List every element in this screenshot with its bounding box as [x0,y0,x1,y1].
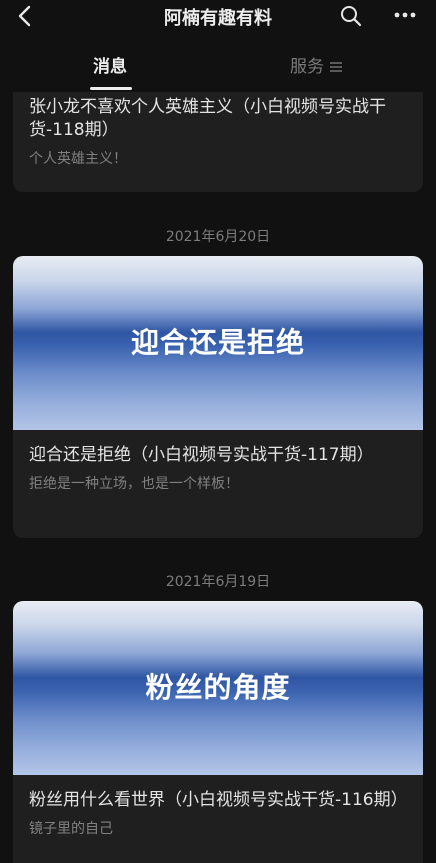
tab-services-label: 服务 [290,57,324,77]
cover-text: 迎合还是拒绝 [130,326,305,359]
date-separator: 2021年6月20日 [165,229,271,245]
date-separator: 2021年6月19日 [165,574,271,590]
article-card[interactable]: 粉丝的角度 粉丝用什么看世界（小白视频号实战干货-116期） 镜子里的自己 [13,601,423,863]
article-description: 镜子里的自己 [29,821,113,837]
article-card[interactable]: 迎合还是拒绝 迎合还是拒绝（小白视频号实战干货-117期） 拒绝是一种立场，也是… [13,256,423,538]
article-card-partial[interactable]: 张小龙不喜欢个人英雄主义（小白视频号实战干货-118期） 个人英雄主义！ [13,92,423,192]
active-tab-indicator [90,87,132,90]
article-cover-image: 迎合还是拒绝 [13,256,423,430]
article-title: 张小龙不喜欢个人英雄主义（小白视频号实战干货-118期） [29,97,386,140]
tab-services[interactable]: 服务 [290,52,342,77]
message-feed: 张小龙不喜欢个人英雄主义（小白视频号实战干货-118期） 个人英雄主义！ 202… [0,92,436,863]
cover-text: 粉丝的角度 [145,671,291,704]
tab-bar: 消息 服务 [0,42,436,92]
article-title: 迎合还是拒绝（小白视频号实战干货-117期） [29,445,374,465]
article-cover-image: 粉丝的角度 [13,601,423,775]
article-description: 个人英雄主义！ [29,151,127,167]
top-bar: 阿楠有趣有料 [0,0,436,32]
article-title: 粉丝用什么看世界（小白视频号实战干货-116期） [29,790,408,810]
more-dots-icon[interactable] [393,7,417,23]
menu-lines-icon [330,62,342,72]
search-icon[interactable] [340,5,362,27]
back-chevron-icon[interactable] [14,4,36,28]
page-title: 阿楠有趣有料 [164,8,272,29]
tab-messages[interactable]: 消息 [74,52,146,77]
article-description: 拒绝是一种立场，也是一个样板！ [29,476,239,492]
